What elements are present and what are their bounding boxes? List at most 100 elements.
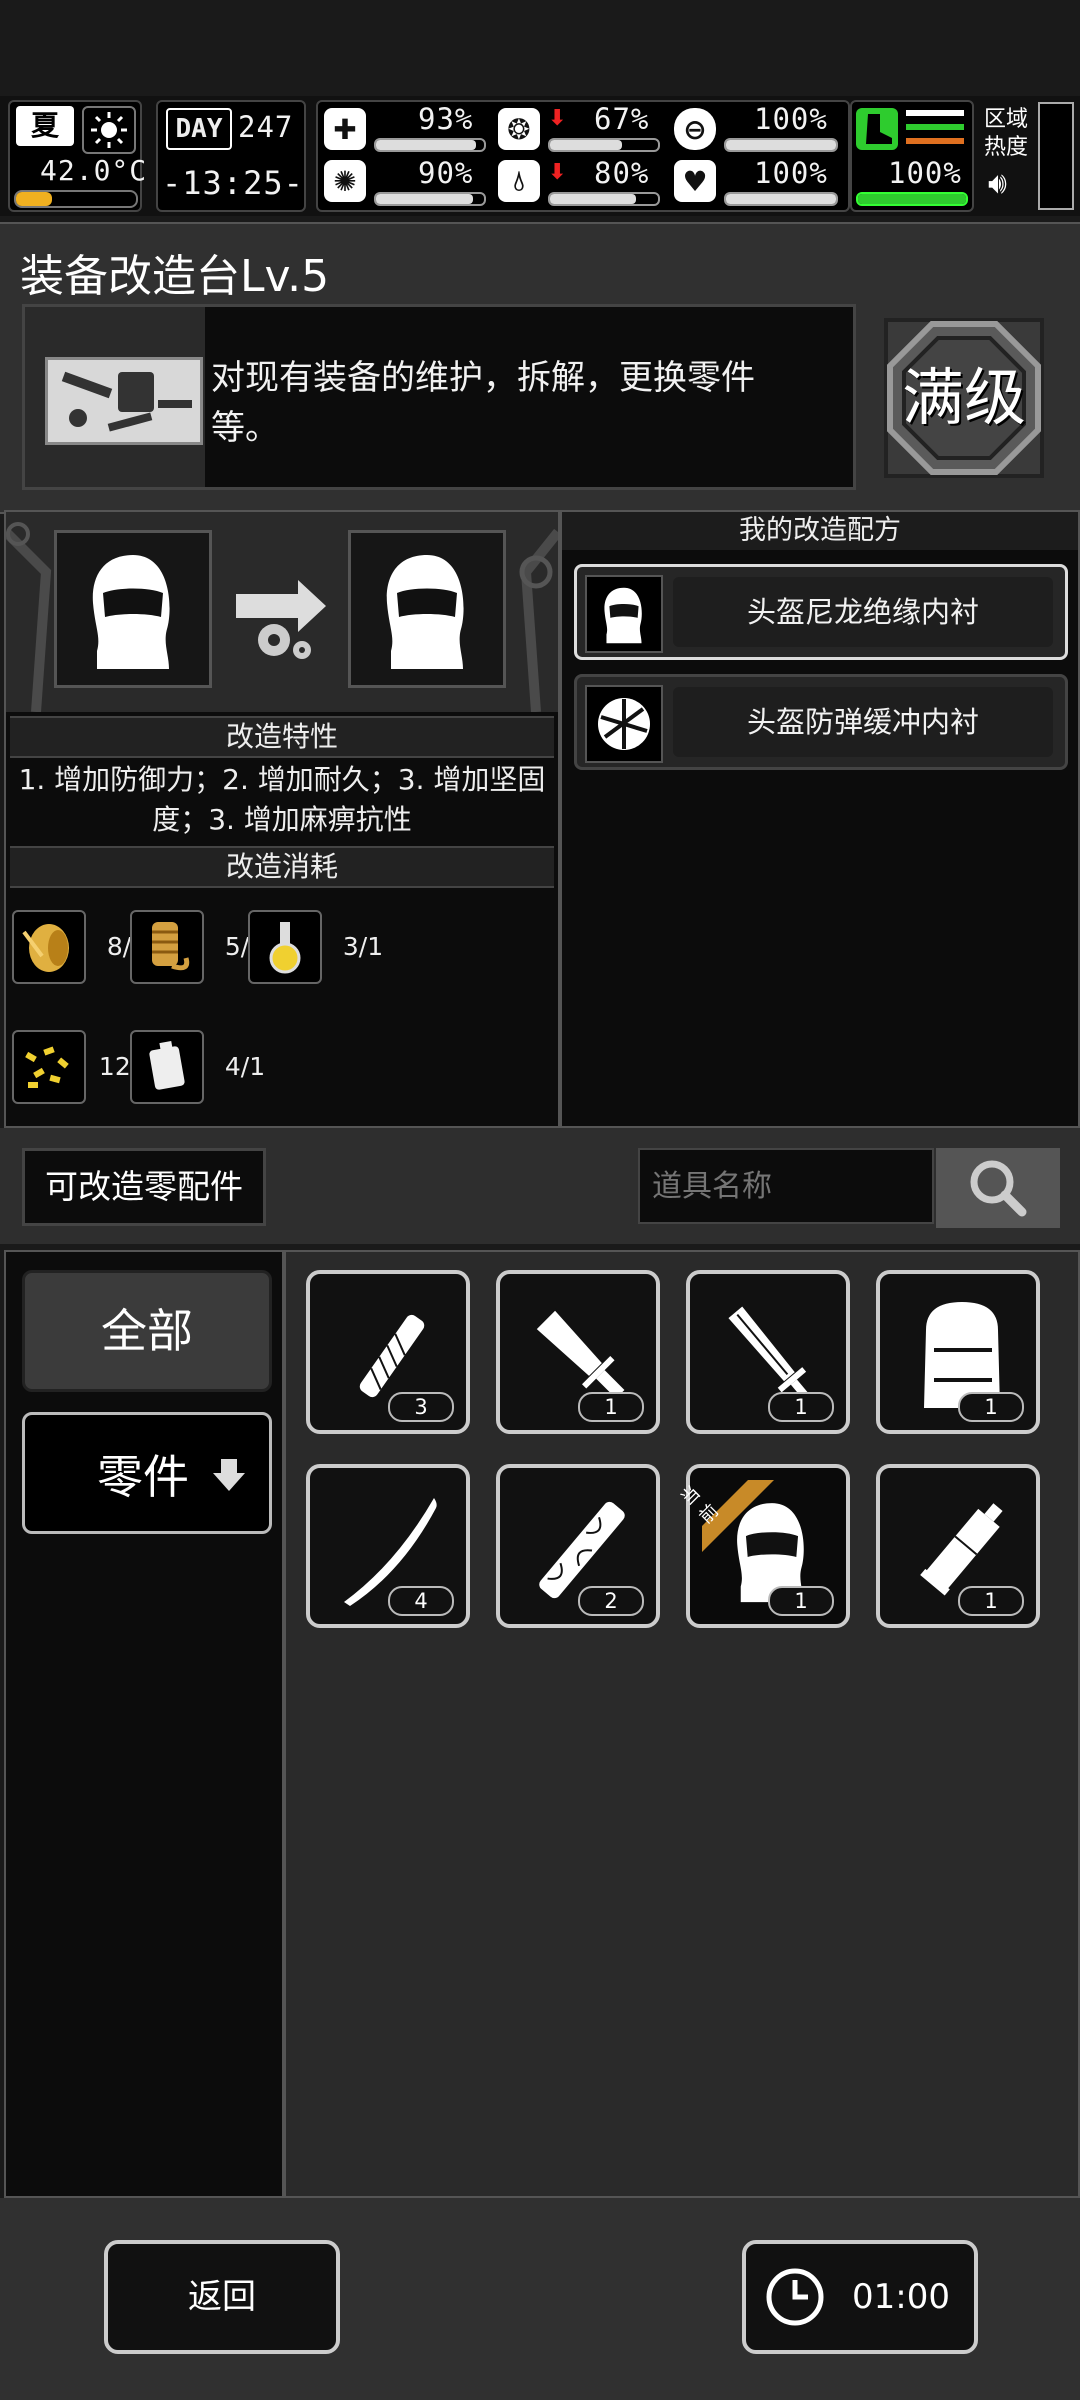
stomach-icon: ❂: [498, 108, 540, 150]
item-quantity: 4: [388, 1586, 454, 1616]
vital-stats-panel: ✚ 93% ❂ ⬇ 67% ⊖ 100% ✺ 90% 💧︎ ⬇ 80% ♥ 10…: [316, 100, 850, 212]
day-number: 247: [238, 110, 294, 144]
health-value: 93%: [418, 102, 474, 136]
item-quantity: 1: [578, 1392, 644, 1422]
season-badge: 夏: [16, 106, 74, 146]
item-quantity: 2: [578, 1586, 644, 1616]
helmet-icon: ⊖: [674, 108, 716, 150]
parts-toolbar: 可改造零配件: [0, 1128, 1080, 1244]
day-clock-panel: DAY 247 -13:25-: [156, 100, 306, 212]
station-description: 对现有装备的维护，拆解，更换零件等。: [211, 358, 755, 448]
item-quantity: 1: [958, 1392, 1024, 1422]
mod-cost-header: 改造消耗: [10, 846, 554, 888]
balaclava-icon: [386, 555, 464, 669]
inventory-item[interactable]: 2: [496, 1464, 660, 1628]
inventory-item-current[interactable]: 当前 1: [677, 1464, 850, 1628]
timer-value: 01:00: [852, 2277, 950, 2317]
balaclava-icon: [92, 555, 170, 669]
category-sidebar: 全部 零件: [4, 1250, 284, 2198]
recipe-item[interactable]: 头盔尼龙绝缘内衬: [574, 564, 1068, 660]
water-value: 80%: [594, 156, 650, 190]
station-description-box: 对现有装备的维护，拆解，更换零件等。: [22, 304, 856, 490]
rope-coil-icon[interactable]: [130, 910, 204, 984]
helmet-value: 100%: [754, 102, 828, 136]
speaker-icon[interactable]: 🔊︎: [988, 166, 1028, 202]
wire-spool-icon[interactable]: [12, 910, 86, 984]
gold-nuggets-icon[interactable]: [12, 1030, 86, 1104]
stomach-decrease-icon: ⬇: [548, 106, 567, 131]
result-equipment-slot[interactable]: [348, 530, 506, 688]
temperature-value: 42.0°C: [40, 154, 148, 187]
modifiable-parts-label: 可改造零配件: [22, 1148, 266, 1226]
stamina-stripe-green: [906, 124, 964, 130]
mod-properties-header: 改造特性: [10, 716, 554, 758]
heart-icon: ♥: [674, 160, 716, 202]
max-level-text: 满级: [901, 361, 1026, 434]
material-count: 4/1: [224, 1052, 266, 1081]
water-bar: [548, 192, 660, 206]
zone-heat-label: 区域热度: [984, 107, 1029, 160]
item-quantity: 1: [958, 1586, 1024, 1616]
inventory-item[interactable]: 3: [306, 1270, 470, 1434]
search-button[interactable]: [936, 1148, 1060, 1228]
station-title: 装备改造台Lv.5: [20, 251, 330, 302]
category-parts-label: 零件: [97, 1450, 189, 1504]
battery-icon[interactable]: [130, 1030, 204, 1104]
water-drop-icon: 💧︎: [498, 160, 540, 202]
clock-icon: [766, 2268, 824, 2326]
stamina-stripe-white: [906, 110, 964, 116]
padded-lining-icon: [585, 685, 663, 763]
inventory-item[interactable]: 1: [686, 1270, 850, 1434]
stamina-bar: [856, 192, 968, 206]
category-parts-dropdown[interactable]: 零件: [22, 1412, 272, 1534]
material-count: 3/1: [342, 932, 384, 961]
modify-arrow-gear-icon: [232, 572, 332, 662]
stomach-value: 67%: [594, 102, 650, 136]
recipe-item[interactable]: 头盔防弹缓冲内衬: [574, 674, 1068, 770]
health-bar: [374, 138, 486, 152]
timer-button[interactable]: 01:00: [742, 2240, 978, 2354]
status-bar: 夏 42.0°C DAY 247 -13:25- ✚ 93% ❂ ⬇ 67% ⊖…: [0, 96, 1080, 216]
helmet-bar: [724, 138, 838, 152]
recipe-panel-title: 我的改造配方: [562, 512, 1078, 550]
category-all-tab[interactable]: 全部: [22, 1270, 272, 1392]
clock-value: -13:25-: [162, 164, 304, 202]
arrow-down-icon: [213, 1459, 245, 1491]
recipe-label: 头盔尼龙绝缘内衬: [673, 577, 1053, 647]
bottom-bar: 返回 01:00: [0, 2198, 1080, 2400]
item-quantity: 1: [768, 1586, 834, 1616]
station-thumbnail-frame: [25, 307, 205, 487]
heart-value: 100%: [754, 156, 828, 190]
recipe-label: 头盔防弹缓冲内衬: [673, 687, 1053, 757]
stomach-bar: [548, 138, 660, 152]
item-search-input[interactable]: [638, 1148, 934, 1224]
zone-heat-meter: [1038, 102, 1074, 210]
boot-icon: [856, 108, 898, 150]
inventory-item[interactable]: 1: [496, 1270, 660, 1434]
brain-value: 90%: [418, 156, 474, 190]
season-temperature-panel: 夏 42.0°C: [8, 100, 146, 212]
max-level-badge: 满级: [882, 316, 1046, 480]
chemical-flask-icon[interactable]: [248, 910, 322, 984]
source-equipment-slot[interactable]: [54, 530, 212, 688]
station-header: 装备改造台Lv.5 对现有装备的维护，拆解，更换零件等。 满级: [0, 222, 1080, 514]
heart-bar: [724, 192, 838, 206]
balaclava-icon: [585, 575, 663, 653]
item-quantity: 3: [388, 1392, 454, 1422]
medkit-icon: ✚: [324, 108, 366, 150]
inventory-item[interactable]: 1: [876, 1464, 1040, 1628]
inventory-grid: 3 1 1 1 4 2 当前 1 1: [284, 1250, 1080, 2198]
item-quantity: 1: [768, 1392, 834, 1422]
sun-icon: [82, 106, 136, 154]
mod-properties-text: 1. 增加防御力；2. 增加耐久；3. 增加坚固度；3. 增加麻痹抗性: [18, 763, 546, 836]
water-decrease-icon: ⬇: [548, 160, 567, 185]
back-button[interactable]: 返回: [104, 2240, 340, 2354]
workbench-tools-icon: [45, 357, 203, 445]
modification-panel: 改造特性 1. 增加防御力；2. 增加耐久；3. 增加坚固度；3. 增加麻痹抗性…: [4, 510, 560, 1128]
brain-bar: [374, 192, 486, 206]
recipe-panel: 我的改造配方 头盔尼龙绝缘内衬 头盔防弹缓冲内衬: [560, 510, 1080, 1128]
inventory-item[interactable]: 4: [306, 1464, 470, 1628]
stamina-stripe-orange: [906, 138, 964, 144]
inventory-item[interactable]: 1: [876, 1270, 1040, 1434]
modification-preview: [6, 512, 558, 712]
